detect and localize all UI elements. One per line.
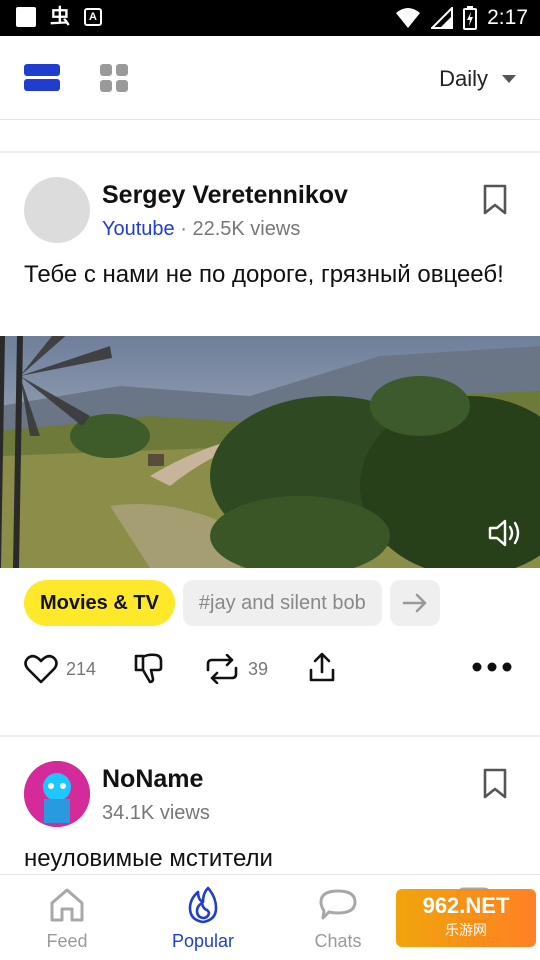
period-label: Daily [439, 66, 488, 91]
tag-list: Movies & TV #jay and silent bob [24, 580, 440, 626]
post-views: 34.1K views [102, 802, 210, 824]
avatar-image [24, 761, 90, 827]
heart-icon [24, 654, 58, 684]
category-tag[interactable]: Movies & TV [24, 580, 175, 626]
nav-item-chats[interactable]: Chats [288, 885, 388, 952]
volume-icon[interactable] [488, 518, 524, 548]
more-options-button[interactable] [472, 662, 512, 672]
avatar[interactable] [24, 177, 90, 243]
watermark-text: 962.NET [422, 893, 510, 918]
video-frame [0, 336, 540, 568]
post-author[interactable]: Sergey Veretennikov [102, 181, 348, 210]
avatar[interactable] [24, 761, 90, 827]
repost-button[interactable]: 39 [204, 654, 268, 684]
top-bar: Daily [0, 36, 540, 120]
site-watermark: 962.NET 乐游网 [396, 889, 536, 947]
wifi-icon [396, 8, 421, 28]
post-author[interactable]: NoName [102, 765, 203, 794]
watermark-subtext: 乐游网 [445, 922, 487, 938]
nav-label-feed: Feed [46, 931, 88, 951]
hashtag-tag[interactable]: #jay and silent bob [182, 580, 382, 626]
arrow-right-icon [402, 593, 427, 613]
signal-icon [431, 7, 454, 29]
bookmark-icon[interactable] [482, 768, 508, 800]
post-video[interactable] [0, 336, 540, 568]
post-source[interactable]: Youtube [102, 218, 175, 240]
post-views: 22.5K views [192, 218, 301, 240]
period-dropdown[interactable]: Daily [439, 66, 516, 92]
grid-view-icon[interactable] [100, 64, 128, 92]
post-text: Тебе с нами не по дороге, грязный овцееб… [24, 261, 504, 288]
chevron-down-icon [502, 75, 516, 83]
debug-bug-icon: 虫 [50, 6, 70, 28]
more-horizontal-icon [472, 662, 512, 672]
like-count: 214 [66, 658, 97, 679]
nav-label-chats: Chats [314, 931, 362, 951]
post-meta: Youtube · 22.5K views [102, 218, 300, 241]
meta-separator: · [180, 218, 187, 240]
like-button[interactable]: 214 [24, 654, 96, 684]
notification-square-icon [16, 7, 36, 27]
list-view-icon[interactable] [24, 64, 60, 92]
nav-item-popular[interactable]: Popular [153, 885, 253, 952]
share-icon [309, 652, 335, 682]
divider [0, 735, 540, 737]
status-bar: 虫 A 2:17 [0, 0, 540, 36]
status-time: 2:17 [487, 6, 528, 29]
thumbs-down-icon [134, 653, 163, 684]
flame-icon [188, 886, 218, 924]
repost-count: 39 [248, 658, 269, 679]
divider [0, 151, 540, 153]
keyboard-a-icon: A [84, 8, 102, 26]
dislike-button[interactable] [134, 652, 164, 684]
post-actions: 214 39 [24, 648, 516, 692]
share-button[interactable] [308, 652, 336, 682]
home-icon [50, 888, 84, 922]
repost-icon [206, 654, 238, 684]
bottom-nav: Feed Popular Chats Create 962.NET 乐游网 [0, 874, 540, 960]
chat-bubble-icon [319, 889, 357, 920]
battery-charging-icon [463, 6, 478, 30]
more-tags-button[interactable] [389, 580, 440, 626]
nav-item-feed[interactable]: Feed [17, 885, 117, 952]
post-text: неуловимые мстители [24, 845, 273, 872]
nav-label-popular: Popular [171, 931, 235, 951]
bookmark-icon[interactable] [482, 184, 508, 216]
